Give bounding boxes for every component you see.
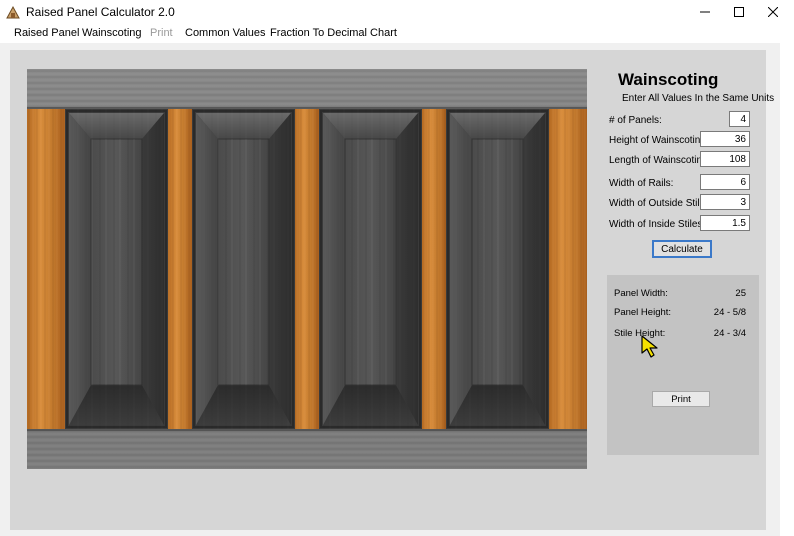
label-outside-stile-width: Width of Outside Stiles: — [609, 198, 713, 209]
window-gutter — [780, 43, 794, 536]
label-num-panels: # of Panels: — [609, 115, 662, 126]
results-panel — [607, 275, 759, 455]
wainscot-length-input[interactable] — [700, 151, 750, 167]
label-wainscot-height: Height of Wainscoting: — [609, 135, 709, 146]
window-title: Raised Panel Calculator 2.0 — [26, 5, 175, 19]
print-button[interactable]: Print — [652, 391, 710, 407]
panel-width-label: Panel Width: — [614, 288, 668, 299]
panel-overlay-grain — [192, 109, 295, 429]
form-subtitle: Enter All Values In the Same Units — [622, 93, 775, 104]
stile-grain — [422, 109, 446, 429]
menu-bar: Raised Panel Wainscoting Print Common Va… — [0, 24, 794, 43]
menu-raised-panel[interactable]: Raised Panel — [14, 27, 79, 39]
stile-grain — [168, 109, 192, 429]
maximize-icon — [734, 7, 744, 17]
menu-common-values[interactable]: Common Values — [185, 27, 266, 39]
panel-overlay-grain — [65, 109, 168, 429]
panel-height-label: Panel Height: — [614, 307, 672, 318]
wainscoting-preview-image — [27, 69, 587, 469]
label-inside-stile-width: Width of Inside Stiles: — [609, 219, 706, 230]
stile-grain — [27, 109, 65, 429]
wainscot-height-input[interactable] — [700, 131, 750, 147]
label-rail-width: Width of Rails: — [609, 178, 674, 189]
outside-stile-width-input[interactable] — [700, 194, 750, 210]
panel-overlay-grain — [446, 109, 549, 429]
minimize-icon — [700, 11, 710, 13]
title-bar: Raised Panel Calculator 2.0 — [0, 0, 794, 25]
menu-fraction-chart[interactable]: Fraction To Decimal Chart — [270, 27, 397, 39]
inside-stile-width-input[interactable] — [700, 215, 750, 231]
close-button[interactable] — [756, 0, 790, 24]
stile-grain — [549, 109, 587, 429]
stile-grain — [295, 109, 319, 429]
stile-height-value: 24 - 3/4 — [713, 328, 746, 339]
maximize-button[interactable] — [722, 0, 756, 24]
num-panels-input[interactable] — [729, 111, 750, 127]
menu-wainscoting[interactable]: Wainscoting — [82, 27, 142, 39]
menu-print[interactable]: Print — [150, 27, 173, 39]
minimize-button[interactable] — [688, 0, 722, 24]
rail-width-input[interactable] — [700, 174, 750, 190]
panel-height-value: 24 - 5/8 — [713, 307, 746, 318]
panel-overlay-grain — [319, 109, 422, 429]
calculate-button[interactable]: Calculate — [652, 240, 712, 258]
mouse-cursor-icon — [641, 335, 658, 358]
app-icon — [6, 5, 20, 19]
panel-width-value: 25 — [735, 288, 746, 299]
label-wainscot-length: Length of Wainscoting: — [609, 155, 711, 166]
form-title: Wainscoting — [618, 70, 719, 89]
close-icon — [768, 7, 778, 17]
